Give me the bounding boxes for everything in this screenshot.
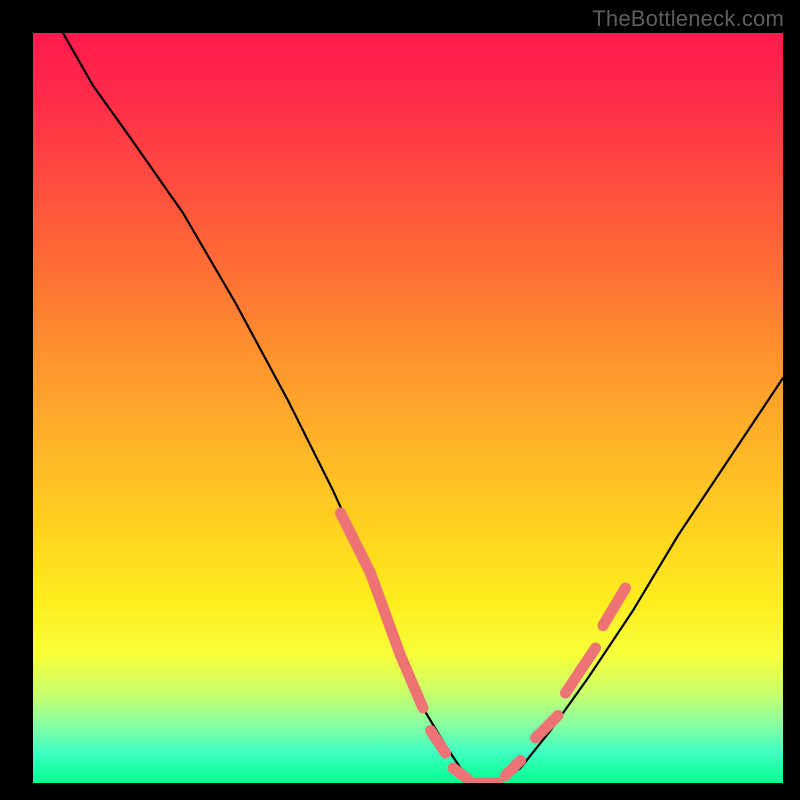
watermark: TheBottleneck.com	[592, 6, 784, 32]
bottleneck-curve	[63, 33, 783, 783]
highlight-dashes	[341, 513, 626, 783]
highlight-dash	[453, 768, 468, 779]
highlight-dash	[341, 513, 371, 573]
highlight-dash	[566, 648, 596, 693]
highlight-dash	[506, 761, 521, 776]
highlight-dash	[401, 656, 424, 709]
highlight-dash	[603, 588, 626, 626]
highlight-dash	[371, 573, 401, 656]
curve-layer	[33, 33, 783, 783]
highlight-dash	[431, 731, 446, 754]
plot-area	[33, 33, 783, 783]
chart-frame: TheBottleneck.com	[0, 0, 800, 800]
